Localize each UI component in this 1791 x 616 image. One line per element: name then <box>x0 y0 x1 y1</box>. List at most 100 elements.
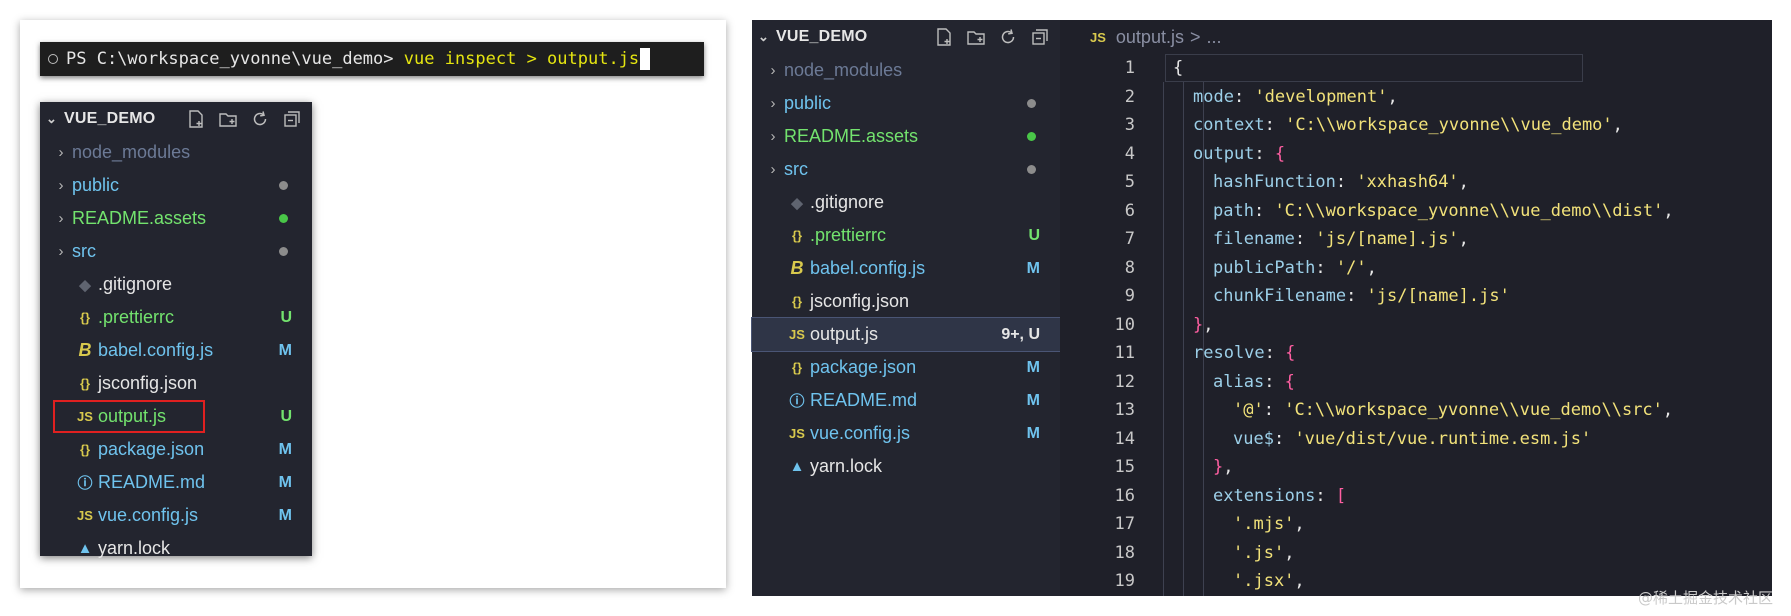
code-line: 2 mode: 'development', <box>1060 83 1772 112</box>
chevron-right-icon[interactable]: › <box>762 62 784 79</box>
collapse-all-icon[interactable] <box>280 107 304 131</box>
file-item[interactable]: JS output.js U <box>40 400 312 433</box>
info-file-icon: ⓘ <box>77 475 93 492</box>
line-number: 15 <box>1114 457 1135 478</box>
code-punct: : <box>1254 143 1275 164</box>
git-status-badge: U <box>280 407 292 425</box>
json-file-icon: {} <box>79 376 91 391</box>
git-status-badge: 9+, U <box>1001 325 1040 343</box>
code-punct: : <box>1264 371 1285 392</box>
folder-item[interactable]: › public <box>752 87 1060 120</box>
chevron-right-icon[interactable]: › <box>762 128 784 145</box>
code-line: 17 '.mjs', <box>1060 510 1772 539</box>
file-item[interactable]: {} .prettierrc U <box>752 219 1060 252</box>
code-line: 12 alias: { <box>1060 368 1772 397</box>
collapse-all-icon[interactable] <box>1028 25 1052 49</box>
line-number: 6 <box>1124 200 1135 221</box>
new-folder-icon[interactable] <box>964 25 988 49</box>
line-number: 12 <box>1114 371 1135 392</box>
explorer-header[interactable]: ⌄ VUE_DEMO <box>752 20 1060 54</box>
breadcrumb-file[interactable]: output.js <box>1116 27 1184 48</box>
modified-dot-icon <box>252 177 312 195</box>
file-item[interactable]: ◆ .gitignore <box>40 268 312 301</box>
watermark: @稀土掘金技术社区 <box>1637 589 1773 607</box>
refresh-icon[interactable] <box>248 107 272 131</box>
line-content: '.js', <box>1135 543 1294 563</box>
line-number: 4 <box>1124 143 1135 164</box>
file-name: package.json <box>810 357 917 377</box>
code-string: 'js/[name].js' <box>1315 229 1459 250</box>
file-name: node_modules <box>72 142 191 162</box>
file-name: .gitignore <box>98 274 173 294</box>
file-item[interactable]: ⓘ README.md M <box>40 466 312 499</box>
file-item[interactable]: {} package.json M <box>40 433 312 466</box>
code-line: 13 '@': 'C:\\workspace_yvonne\\vue_demo\\… <box>1060 396 1772 425</box>
file-name: babel.config.js <box>98 340 214 360</box>
git-status-badge: U <box>1028 226 1040 244</box>
explorer-header[interactable]: ⌄ VUE_DEMO <box>40 102 312 136</box>
code-punct: : <box>1264 343 1286 364</box>
folder-item[interactable]: › public <box>40 169 312 202</box>
terminal-prompt: PS C:\workspace_yvonne\vue_demo> <box>66 49 404 69</box>
new-file-icon[interactable] <box>184 107 208 131</box>
file-item[interactable]: Bbabel.config.js M <box>40 334 312 367</box>
code-string: '.js' <box>1233 542 1285 563</box>
file-item[interactable]: {} .prettierrc U <box>40 301 312 334</box>
line-content: { <box>1135 54 1586 83</box>
line-number: 16 <box>1114 485 1135 506</box>
new-folder-icon[interactable] <box>216 107 240 131</box>
terminal[interactable]: PS C:\workspace_yvonne\vue_demo> vue ins… <box>40 42 704 76</box>
file-item[interactable]: {} package.json M <box>752 351 1060 384</box>
file-item[interactable]: Bbabel.config.js M <box>752 252 1060 285</box>
folder-item[interactable]: › src <box>752 153 1060 186</box>
file-item[interactable]: ▲ yarn.lock <box>40 532 312 565</box>
left-screenshot-card: PS C:\workspace_yvonne\vue_demo> vue ins… <box>20 20 726 588</box>
file-item[interactable]: JS vue.config.js M <box>40 499 312 532</box>
chevron-right-icon[interactable]: › <box>50 177 72 194</box>
code-punct: [ <box>1335 485 1347 506</box>
code-key: path <box>1213 200 1254 221</box>
folder-item[interactable]: › node_modules <box>752 54 1060 87</box>
left-file-tree: › node_modules › public › README.assets › src ◆.… <box>40 136 312 565</box>
code-string: 'js/[name].js' <box>1366 286 1510 307</box>
code-editor[interactable]: JS output.js > ... 1{2 mode: 'development… <box>1060 20 1772 596</box>
code-string: 'vue/dist/vue.runtime.esm.js' <box>1294 428 1592 449</box>
chevron-right-icon[interactable]: › <box>762 161 784 178</box>
folder-item[interactable]: › README.assets <box>40 202 312 235</box>
chevron-right-icon[interactable]: › <box>762 95 784 112</box>
folder-item[interactable]: › node_modules <box>40 136 312 169</box>
code-key: extensions <box>1213 485 1316 506</box>
file-item[interactable]: {} jsconfig.json <box>40 367 312 400</box>
chevron-right-icon[interactable]: › <box>50 144 72 161</box>
line-number: 9 <box>1124 286 1135 307</box>
folder-item[interactable]: › README.assets <box>752 120 1060 153</box>
file-item[interactable]: {} jsconfig.json <box>752 285 1060 318</box>
file-item[interactable]: ▲ yarn.lock <box>752 450 1060 483</box>
code-string: 'C:\\workspace_yvonne\\vue_demo\\src' <box>1284 400 1663 421</box>
breadcrumb-more[interactable]: ... <box>1206 27 1221 48</box>
code-string: '/' <box>1335 257 1367 278</box>
new-file-icon[interactable] <box>932 25 956 49</box>
modified-dot-icon <box>252 243 312 261</box>
chevron-down-icon[interactable]: ⌄ <box>758 29 776 45</box>
line-content: '@': 'C:\\workspace_yvonne\\vue_demo\\sr… <box>1135 400 1673 420</box>
line-number: 18 <box>1114 542 1135 563</box>
file-name: output.js <box>98 406 167 426</box>
file-item[interactable]: JS vue.config.js M <box>752 417 1060 450</box>
file-item[interactable]: ⓘ README.md M <box>752 384 1060 417</box>
file-item[interactable]: JS output.js 9+, U <box>751 317 1061 352</box>
file-item[interactable]: ◆ .gitignore <box>752 186 1060 219</box>
code-lines[interactable]: 1{2 mode: 'development', 3 context: 'C:\\wo… <box>1060 54 1772 596</box>
code-punct: : <box>1233 86 1255 107</box>
folder-item[interactable]: › src <box>40 235 312 268</box>
refresh-icon[interactable] <box>996 25 1020 49</box>
chevron-down-icon[interactable]: ⌄ <box>46 111 64 127</box>
code-punct: : <box>1294 229 1316 250</box>
git-status-badge: M <box>278 440 292 458</box>
git-status-badge: M <box>278 473 292 491</box>
indent-guide <box>1183 82 1184 596</box>
chevron-right-icon[interactable]: › <box>50 243 72 260</box>
chevron-right-icon[interactable]: › <box>50 210 72 227</box>
code-punct: , <box>1294 514 1305 535</box>
line-content: resolve: { <box>1135 343 1295 363</box>
